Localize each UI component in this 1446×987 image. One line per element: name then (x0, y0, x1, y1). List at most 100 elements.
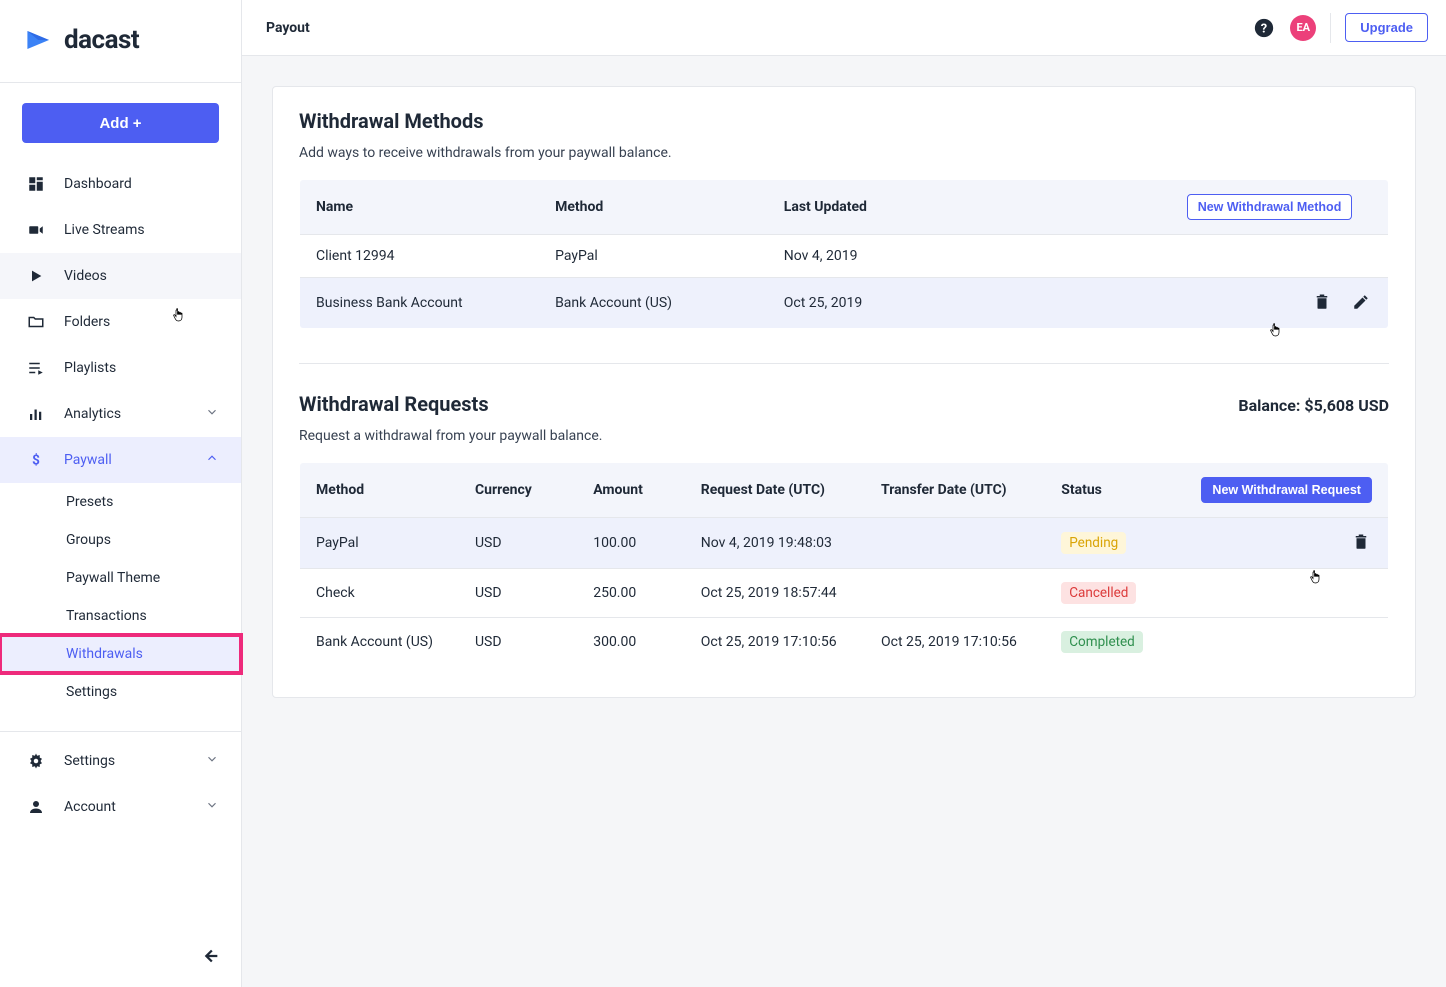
nav-label: Settings (64, 753, 115, 769)
requests-row: Check USD 250.00 Oct 25, 2019 18:57:44 C… (300, 569, 1389, 618)
help-icon[interactable]: ? (1252, 16, 1276, 40)
nav-label: Live Streams (64, 222, 145, 238)
sidebar: dacast Add + Dashboard Live Streams (0, 0, 242, 987)
brand-name: dacast (64, 25, 139, 55)
page-title: Payout (266, 20, 310, 36)
subnav-groups[interactable]: Groups (0, 521, 241, 559)
subnav-presets[interactable]: Presets (0, 483, 241, 521)
cell-method: Check (300, 569, 459, 618)
cell-request-date: Oct 25, 2019 18:57:44 (685, 569, 865, 618)
cell-transfer-date (865, 569, 1045, 618)
nav-label: Analytics (64, 406, 121, 422)
nav-dashboard[interactable]: Dashboard (0, 161, 241, 207)
gear-icon (26, 751, 46, 771)
cell-currency: USD (459, 518, 577, 569)
status-badge: Cancelled (1061, 582, 1136, 604)
nav-analytics[interactable]: Analytics (0, 391, 241, 437)
analytics-icon (26, 404, 46, 424)
cell-method: Bank Account (US) (300, 618, 459, 667)
paywall-subnav: Presets Groups Paywall Theme Transaction… (0, 483, 241, 711)
cell-transfer-date (865, 518, 1045, 569)
chevron-down-icon (205, 798, 219, 816)
folder-icon (26, 312, 46, 332)
requests-row: Bank Account (US) USD 300.00 Oct 25, 201… (300, 618, 1389, 667)
chevron-down-icon (205, 752, 219, 770)
requests-table: Method Currency Amount Request Date (UTC… (299, 462, 1389, 667)
subnav-settings[interactable]: Settings (0, 673, 241, 711)
divider (299, 363, 1389, 364)
requests-row: PayPal USD 100.00 Nov 4, 2019 19:48:03 P… (300, 518, 1389, 569)
upgrade-button[interactable]: Upgrade (1345, 13, 1428, 42)
cell-currency: USD (459, 569, 577, 618)
subnav-withdrawals[interactable]: Withdrawals (0, 635, 241, 673)
col-name: Name (300, 180, 540, 235)
col-transfer-date: Transfer Date (UTC) (865, 463, 1045, 518)
edit-icon[interactable] (1350, 291, 1372, 313)
user-avatar[interactable]: EA (1290, 15, 1316, 41)
nav-label: Dashboard (64, 176, 132, 192)
col-request-date: Request Date (UTC) (685, 463, 865, 518)
delete-icon[interactable] (1311, 291, 1333, 313)
divider (1330, 13, 1331, 43)
cell-amount: 250.00 (577, 569, 685, 618)
new-withdrawal-method-button[interactable]: New Withdrawal Method (1187, 194, 1353, 220)
col-updated: Last Updated (768, 180, 1171, 235)
cell-updated: Oct 25, 2019 (768, 278, 1171, 329)
topbar: Payout ? EA Upgrade (242, 0, 1446, 56)
cell-name: Business Bank Account (300, 278, 540, 329)
col-currency: Currency (459, 463, 577, 518)
subnav-transactions[interactable]: Transactions (0, 597, 241, 635)
nav-videos[interactable]: Videos (0, 253, 241, 299)
nav-paywall[interactable]: $ Paywall (0, 437, 241, 483)
cell-method: Bank Account (US) (539, 278, 768, 329)
cell-request-date: Oct 25, 2019 17:10:56 (685, 618, 865, 667)
cell-currency: USD (459, 618, 577, 667)
nav-folders[interactable]: Folders (0, 299, 241, 345)
cell-amount: 300.00 (577, 618, 685, 667)
nav-label: Videos (64, 268, 107, 284)
requests-title: Withdrawal Requests (299, 392, 489, 416)
collapse-sidebar-icon[interactable] (199, 945, 223, 969)
logo: dacast (0, 0, 241, 76)
methods-table: Name Method Last Updated New Withdrawal … (299, 179, 1389, 329)
methods-subtitle: Add ways to receive withdrawals from you… (299, 145, 1389, 161)
col-method: Method (300, 463, 459, 518)
subnav-theme[interactable]: Paywall Theme (0, 559, 241, 597)
divider (0, 731, 241, 732)
col-method: Method (539, 180, 768, 235)
nav-account[interactable]: Account (0, 784, 241, 830)
new-withdrawal-request-button[interactable]: New Withdrawal Request (1201, 477, 1372, 503)
nav-live-streams[interactable]: Live Streams (0, 207, 241, 253)
col-amount: Amount (577, 463, 685, 518)
playlist-icon (26, 358, 46, 378)
methods-title: Withdrawal Methods (299, 109, 1389, 133)
delete-icon[interactable] (1350, 531, 1372, 553)
nav-label: Folders (64, 314, 110, 330)
dashboard-icon (26, 174, 46, 194)
user-icon (26, 797, 46, 817)
cell-name: Client 12994 (300, 235, 540, 278)
col-status: Status (1045, 463, 1185, 518)
play-icon (26, 266, 46, 286)
nav-settings[interactable]: Settings (0, 738, 241, 784)
add-button[interactable]: Add + (22, 103, 219, 143)
nav-playlists[interactable]: Playlists (0, 345, 241, 391)
chevron-up-icon (205, 451, 219, 469)
cell-request-date: Nov 4, 2019 19:48:03 (685, 518, 865, 569)
nav-label: Playlists (64, 360, 116, 376)
methods-row: Client 12994 PayPal Nov 4, 2019 (300, 235, 1389, 278)
cell-updated: Nov 4, 2019 (768, 235, 1171, 278)
svg-text:$: $ (32, 453, 40, 469)
brand-mark-icon (22, 22, 58, 58)
dollar-icon: $ (26, 450, 46, 470)
payout-card: Withdrawal Methods Add ways to receive w… (272, 86, 1416, 698)
methods-row: Business Bank Account Bank Account (US) … (300, 278, 1389, 329)
requests-subtitle: Request a withdrawal from your paywall b… (299, 428, 1389, 444)
status-badge: Completed (1061, 631, 1143, 653)
svg-text:?: ? (1261, 21, 1267, 36)
nav-label: Account (64, 799, 116, 815)
cell-method: PayPal (539, 235, 768, 278)
nav-label: Paywall (64, 452, 112, 468)
chevron-down-icon (205, 405, 219, 423)
cell-transfer-date: Oct 25, 2019 17:10:56 (865, 618, 1045, 667)
